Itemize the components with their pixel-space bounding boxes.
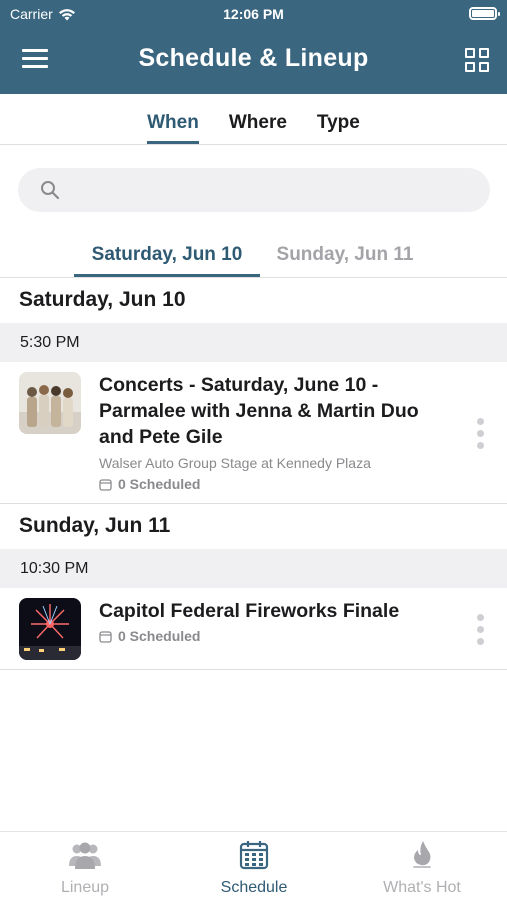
filter-tabs: When Where Type bbox=[0, 95, 507, 145]
time-slot: 10:30 PM bbox=[0, 549, 507, 588]
event-row[interactable]: Capitol Federal Fireworks Finale 0 Sched… bbox=[0, 588, 507, 670]
event-title: Concerts - Saturday, June 10 - Parmalee … bbox=[99, 374, 419, 448]
status-bar: Carrier 12:06 PM bbox=[0, 0, 507, 28]
search-input[interactable] bbox=[73, 168, 473, 212]
tab-lineup[interactable]: Lineup bbox=[15, 840, 155, 897]
day-heading: Sunday, Jun 11 bbox=[19, 514, 171, 537]
flame-icon bbox=[413, 841, 431, 868]
scheduled-count: 0 Scheduled bbox=[99, 628, 200, 644]
tab-label: Schedule bbox=[220, 879, 288, 896]
grid-view-icon[interactable] bbox=[465, 48, 489, 72]
tab-type[interactable]: Type bbox=[317, 95, 360, 144]
tab-sunday[interactable]: Sunday, Jun 11 bbox=[270, 236, 420, 277]
tab-where[interactable]: Where bbox=[229, 95, 287, 144]
app-header: Carrier 12:06 PM Schedule & Lineup bbox=[0, 0, 507, 94]
day-tabs: Saturday, Jun 10 Sunday, Jun 11 bbox=[0, 236, 507, 278]
time-slot: 5:30 PM bbox=[0, 323, 507, 362]
scheduled-count: 0 Scheduled bbox=[99, 476, 200, 492]
people-icon bbox=[69, 842, 101, 869]
clock: 12:06 PM bbox=[223, 6, 284, 22]
search-bar[interactable] bbox=[18, 168, 490, 212]
event-location: Walser Auto Group Stage at Kennedy Plaza bbox=[99, 455, 371, 471]
calendar-icon bbox=[99, 478, 112, 491]
day-heading: Saturday, Jun 10 bbox=[19, 288, 186, 311]
more-options-icon[interactable] bbox=[477, 418, 485, 449]
calendar-icon bbox=[239, 841, 269, 870]
bottom-tab-bar: Lineup Schedule What's Hot bbox=[0, 831, 507, 900]
scheduled-label: 0 Scheduled bbox=[118, 476, 201, 492]
scheduled-label: 0 Scheduled bbox=[118, 628, 201, 644]
event-row[interactable]: Concerts - Saturday, June 10 - Parmalee … bbox=[0, 362, 507, 504]
page-title: Schedule & Lineup bbox=[138, 44, 369, 72]
tab-label: Lineup bbox=[60, 879, 110, 896]
event-thumbnail bbox=[19, 372, 81, 434]
event-title: Capitol Federal Fireworks Finale bbox=[99, 600, 400, 622]
tab-whats-hot[interactable]: What's Hot bbox=[352, 840, 492, 897]
event-thumbnail bbox=[19, 598, 81, 660]
tab-schedule[interactable]: Schedule bbox=[184, 840, 324, 897]
battery-icon bbox=[469, 7, 500, 20]
more-options-icon[interactable] bbox=[477, 614, 485, 645]
tab-label: What's Hot bbox=[383, 879, 461, 896]
battery-level bbox=[472, 10, 494, 17]
calendar-icon bbox=[99, 630, 112, 643]
search-icon bbox=[41, 181, 60, 200]
tab-when[interactable]: When bbox=[147, 95, 199, 144]
tab-saturday[interactable]: Saturday, Jun 10 bbox=[74, 236, 260, 277]
